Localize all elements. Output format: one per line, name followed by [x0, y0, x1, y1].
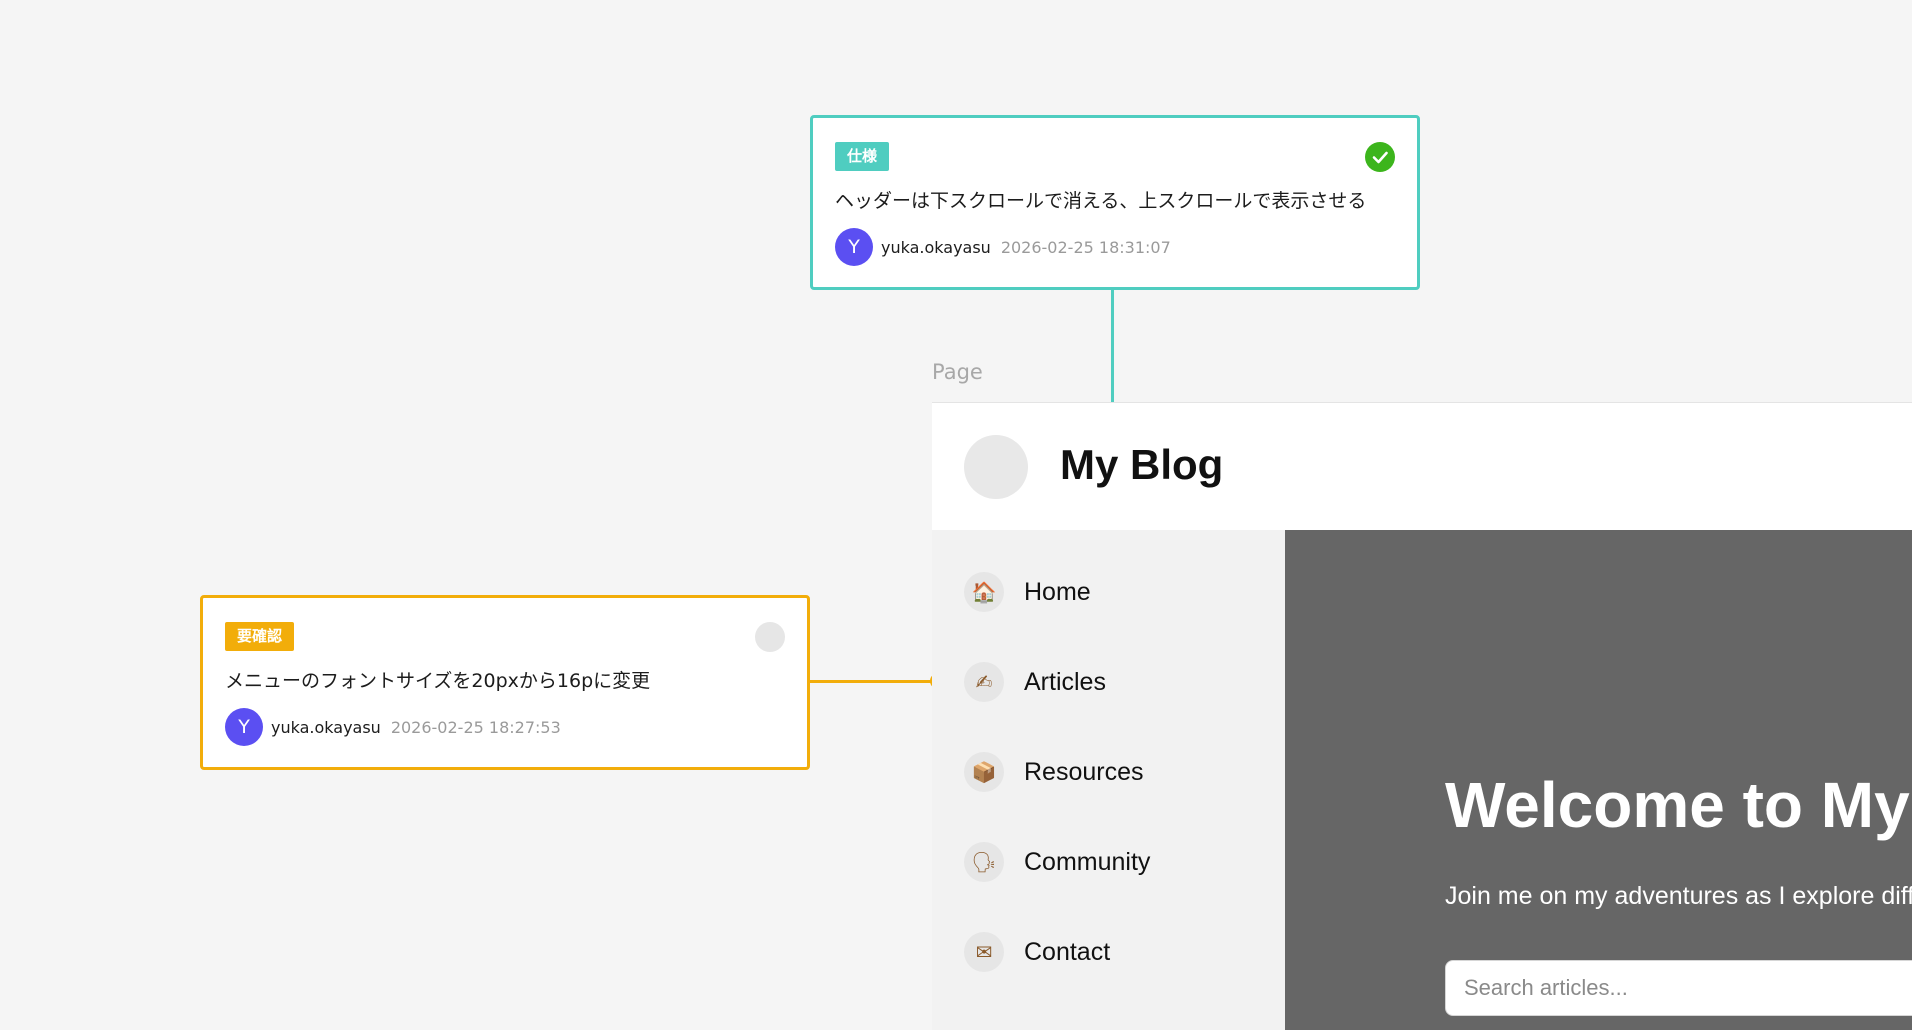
sidebar-item-label: Home [1024, 577, 1091, 606]
page-frame[interactable]: My Blog 🏠 Home ✍ Articles 📦 Resources 🗣 … [932, 402, 1912, 1030]
logo-placeholder [964, 435, 1028, 499]
sidebar-item-label: Articles [1024, 667, 1106, 696]
frame-label[interactable]: Page [932, 360, 983, 384]
hero-subtitle: Join me on my adventures as I explore di… [1445, 882, 1912, 910]
comment-tag: 要確認 [225, 622, 295, 651]
writing-hand-icon: ✍ [964, 662, 1004, 702]
page-header: My Blog [932, 402, 1912, 530]
sidebar: 🏠 Home ✍ Articles 📦 Resources 🗣 Communit… [932, 530, 1285, 1030]
avatar: Y [225, 708, 263, 746]
comment-timestamp: 2026-02-25 18:27:53 [390, 717, 561, 737]
hero-title: Welcome to My Blog [1445, 769, 1912, 841]
comment-text: ヘッダーは下スクロールで消える、上スクロールで表示させる [835, 190, 1367, 212]
comment-connector-line [810, 680, 938, 683]
comment-card-confirm[interactable]: 要確認 メニューのフォントサイズを20pxから16pに変更 Y yuka.oka… [200, 595, 810, 770]
comment-connector-line [1111, 290, 1114, 418]
check-icon[interactable] [1365, 142, 1395, 172]
sidebar-item-articles[interactable]: ✍ Articles [964, 662, 1106, 702]
sidebar-item-resources[interactable]: 📦 Resources [964, 752, 1144, 792]
package-icon: 📦 [964, 752, 1004, 792]
comment-card-spec[interactable]: 仕様 ヘッダーは下スクロールで消える、上スクロールで表示させる Y yuka.o… [810, 115, 1420, 290]
avatar: Y [835, 228, 873, 266]
sidebar-item-home[interactable]: 🏠 Home [964, 572, 1091, 612]
sidebar-item-label: Community [1024, 847, 1151, 876]
resolve-toggle-icon[interactable] [755, 622, 785, 652]
comment-tag: 仕様 [835, 142, 890, 171]
comment-author-row: Y yuka.okayasu 2026-02-25 18:31:07 [835, 228, 1171, 266]
sidebar-item-community[interactable]: 🗣 Community [964, 842, 1150, 882]
site-title: My Blog [1060, 441, 1224, 488]
design-canvas: 仕様 ヘッダーは下スクロールで消える、上スクロールで表示させる Y yuka.o… [0, 0, 1912, 1030]
comment-timestamp: 2026-02-25 18:31:07 [1000, 237, 1171, 257]
author-name: yuka.okayasu [881, 237, 991, 257]
house-icon: 🏠 [964, 572, 1004, 612]
speaking-head-icon: 🗣 [964, 842, 1004, 882]
sidebar-item-label: Contact [1024, 937, 1111, 966]
sidebar-item-label: Resources [1024, 757, 1144, 786]
envelope-icon: ✉ [964, 932, 1004, 972]
sidebar-item-contact[interactable]: ✉ Contact [964, 932, 1110, 972]
comment-author-row: Y yuka.okayasu 2026-02-25 18:27:53 [225, 708, 561, 746]
hero-section: Welcome to My Blog Join me on my adventu… [1285, 530, 1912, 1030]
comment-text: メニューのフォントサイズを20pxから16pに変更 [225, 670, 651, 692]
search-input[interactable] [1445, 960, 1912, 1016]
author-name: yuka.okayasu [271, 717, 381, 737]
